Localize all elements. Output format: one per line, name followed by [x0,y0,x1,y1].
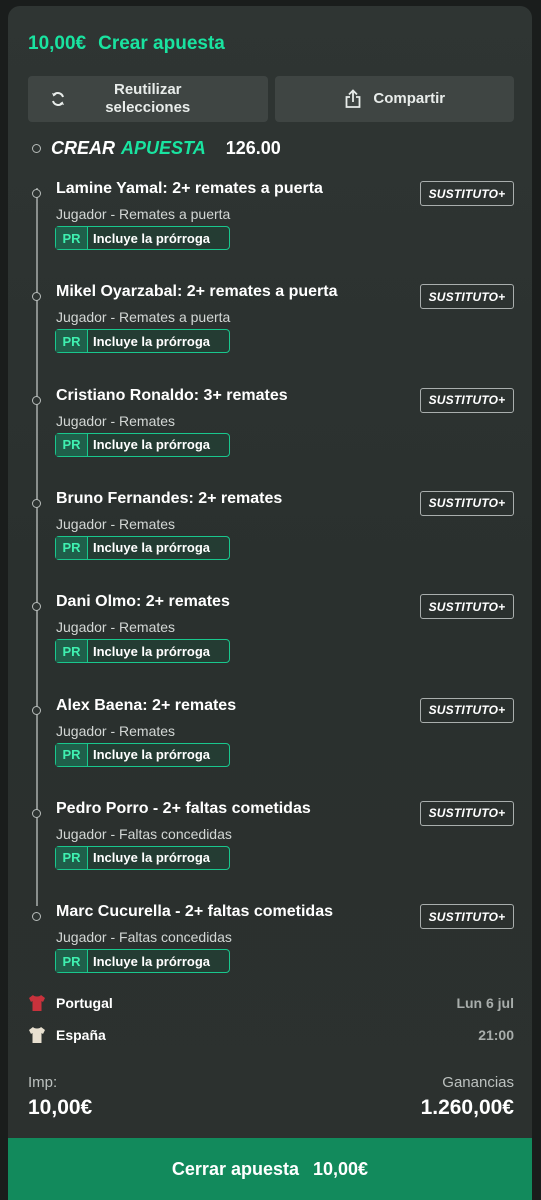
substitute-button[interactable]: SUSTITUTO+ [420,387,514,413]
place-bet-label: Cerrar apuesta [171,1158,299,1179]
reuse-selections-button[interactable]: Reutilizar selecciones [28,76,268,122]
share-icon [343,89,363,109]
selection-title: Mikel Oyarzabal: 2+ remates a puerta [56,283,338,301]
selection-row: Lamine Yamal: 2+ remates a puerta Jugador… [8,180,532,292]
extra-time-label: Incluye la prórroga [93,437,211,453]
selection-title: Bruno Fernandes: 2+ remates [56,489,283,507]
extra-time-badge: PR Incluye la prórroga [55,329,230,354]
timeline-node [32,292,41,302]
match-time: 21:00 [478,1027,514,1043]
selection-row: Pedro Porro - 2+ faltas cometidas Jugador… [8,800,532,912]
extra-time-label: Incluye la prórroga [93,747,211,762]
selection-row: Mikel Oyarzabal: 2+ remates a puerta Juga… [8,283,532,395]
away-shirt-icon [28,1026,46,1044]
selection-title: Lamine Yamal: 2+ remates a puerta [56,180,323,197]
timeline-node [32,189,41,198]
pr-tag: PR [56,536,88,559]
away-team-name: España [56,1027,106,1043]
selection-title: Marc Cucurella - 2+ faltas cometidas [56,903,333,921]
combined-odds: 126.00 [225,137,281,158]
selection-market: Jugador - Remates [56,722,176,739]
timeline-node [32,808,41,818]
match-date: Lun 6 jul [456,995,514,1011]
place-bet-button[interactable]: Cerrar apuesta 10,00€ [8,1138,532,1200]
extra-time-badge: PR Incluye la prórroga [55,535,230,560]
substitute-button[interactable]: SUSTITUTO+ [420,284,514,310]
extra-time-badge: PR Incluye la prórroga [55,742,230,767]
selection-market: Jugador - Remates [56,515,176,532]
pr-tag: PR [56,227,88,249]
timeline-node [32,602,41,612]
timeline-node [32,705,41,715]
selection-market: Jugador - Faltas concedidas [56,929,232,946]
extra-time-badge: PR Incluye la prórroga [55,432,230,457]
bet-builder-word1: CREAR [51,137,116,158]
returns-value: 1.260,00€ [420,1096,514,1119]
returns-label: Ganancias [442,1074,514,1091]
extra-time-label: Incluye la prórroga [93,953,211,969]
away-team-row: España 21:00 [28,1024,514,1046]
extra-time-badge: PR Incluye la prórroga [55,639,230,664]
selection-title: Cristiano Ronaldo: 3+ remates [56,386,288,404]
substitute-button[interactable]: SUSTITUTO+ [420,800,514,826]
refresh-icon [48,89,68,109]
extra-time-label: Incluye la prórroga [93,230,211,246]
extra-time-badge: PR Incluye la prórroga [55,949,230,974]
selection-row: Bruno Fernandes: 2+ remates Jugador - Rem… [8,490,532,602]
substitute-button[interactable]: SUSTITUTO+ [420,181,514,206]
pr-tag: PR [56,743,88,766]
bet-builder-word2: APUESTA [121,137,206,158]
selection-market: Jugador - Faltas concedidas [56,825,232,842]
bet-slip-header[interactable]: 10,00€ Crear apuesta [28,32,225,56]
substitute-button[interactable]: SUSTITUTO+ [420,904,514,930]
stake-value[interactable]: 10,00€ [28,1096,92,1120]
selection-title: Alex Baena: 2+ remates [56,696,237,714]
extra-time-label: Incluye la prórroga [93,850,211,866]
selection-market: Jugador - Remates [56,619,176,636]
header-title: Crear apuesta [98,33,225,54]
pr-tag: PR [56,640,88,663]
share-button[interactable]: Compartir [274,76,514,122]
substitute-button[interactable]: SUSTITUTO+ [420,490,514,516]
timeline-node [32,498,41,508]
pr-tag: PR [56,433,88,456]
substitute-button[interactable]: SUSTITUTO+ [420,594,514,620]
stake-label: Imp: [28,1074,58,1091]
timeline-node [32,912,41,922]
selection-row: Cristiano Ronaldo: 3+ remates Jugador - R… [8,387,532,499]
home-team-name: Portugal [56,995,113,1011]
pr-tag: PR [56,330,88,353]
pr-tag: PR [56,846,88,869]
action-toolbar: Reutilizar selecciones Compartir [28,76,514,122]
home-team-row: Portugal Lun 6 jul [28,992,514,1014]
extra-time-label: Incluye la prórroga [93,333,211,349]
selection-row: Dani Olmo: 2+ remates Jugador - Remates PR… [8,593,532,705]
bet-builder-header: CREAR APUESTA 126.00 [32,136,281,160]
reuse-selections-label: Reutilizar selecciones [105,81,191,116]
selection-market: Jugador - Remates a puerta [56,206,231,222]
share-label: Compartir [373,90,446,107]
timeline-start-node [32,143,41,153]
bet-slip-card: 10,00€ Crear apuesta Reutilizar seleccion… [8,6,532,1200]
selection-title: Pedro Porro - 2+ faltas cometidas [56,799,311,817]
extra-time-label: Incluye la prórroga [93,643,211,659]
home-shirt-icon [28,994,46,1012]
header-amount: 10,00€ [28,33,87,54]
extra-time-badge: PR Incluye la prórroga [55,226,230,250]
timeline-node [32,395,41,405]
extra-time-badge: PR Incluye la prórroga [55,845,230,870]
place-bet-amount: 10,00€ [313,1158,369,1179]
selection-title: Dani Olmo: 2+ remates [56,593,230,611]
selection-market: Jugador - Remates [56,412,176,429]
selection-market: Jugador - Remates a puerta [56,309,231,326]
extra-time-label: Incluye la prórroga [93,540,211,556]
substitute-button[interactable]: SUSTITUTO+ [420,697,514,723]
pr-tag: PR [56,950,88,973]
selection-row: Alex Baena: 2+ remates Jugador - Remates P… [8,697,532,809]
